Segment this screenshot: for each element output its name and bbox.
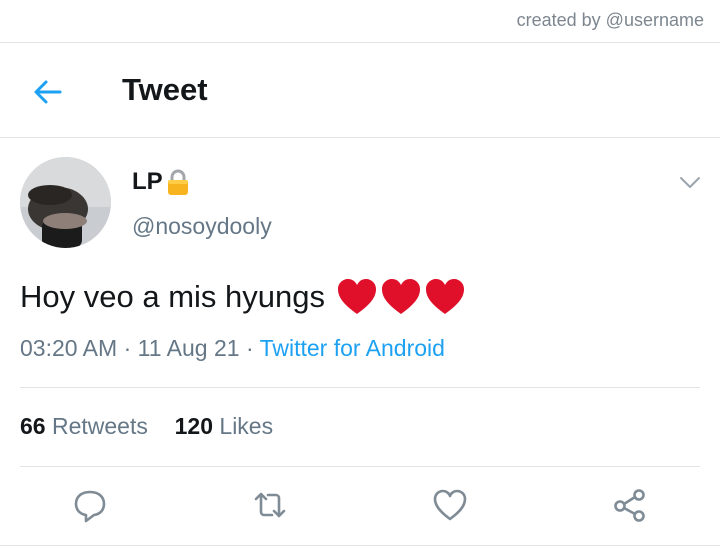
author-handle[interactable]: @nosoydooly [132,213,272,240]
red-heart-icon [381,279,420,314]
retweets-label: Retweets [51,413,148,439]
tweet-meta: 03:20 AM · 11 Aug 21 · Twitter for Andro… [20,335,445,362]
tweet-text: Hoy veo a mis hyungs [20,279,325,314]
likes-label: Likes [219,413,274,439]
red-heart-icon [337,279,376,314]
retweet-icon[interactable] [250,485,290,525]
tweet-source-link[interactable]: Twitter for Android [260,335,445,361]
tweet-text-row: Hoy veo a mis hyungs [20,278,465,316]
separator: · [245,335,260,361]
top-bar: Tweet [0,44,720,138]
red-heart-icon [425,279,464,314]
heart-emoji-group [337,278,465,316]
avatar[interactable] [20,157,111,248]
lock-icon [167,169,188,195]
author-name[interactable]: LP [132,168,163,196]
divider [0,137,720,138]
retweets-count: 66 [20,413,46,439]
watermark: created by @username [516,10,704,30]
share-icon[interactable] [610,485,650,525]
tweet-date: 11 Aug 21 [137,335,240,361]
divider [0,545,720,546]
divider [0,42,720,43]
chevron-down-icon[interactable] [678,172,702,192]
heart-icon[interactable] [430,485,470,525]
likes-stat[interactable]: 120 Likes [175,413,273,439]
arrow-left-icon[interactable] [30,74,66,110]
separator: · [123,335,138,361]
page-title: Tweet [122,72,208,107]
author-name-row: LP [132,168,189,196]
likes-count: 120 [174,413,214,439]
divider [20,466,700,467]
retweets-stat[interactable]: 66 Retweets [20,413,148,439]
divider [20,387,700,388]
tweet-stats: 66 Retweets 120 Likes [20,413,273,440]
reply-icon[interactable] [70,485,110,525]
tweet-time: 03:20 AM [20,335,118,361]
